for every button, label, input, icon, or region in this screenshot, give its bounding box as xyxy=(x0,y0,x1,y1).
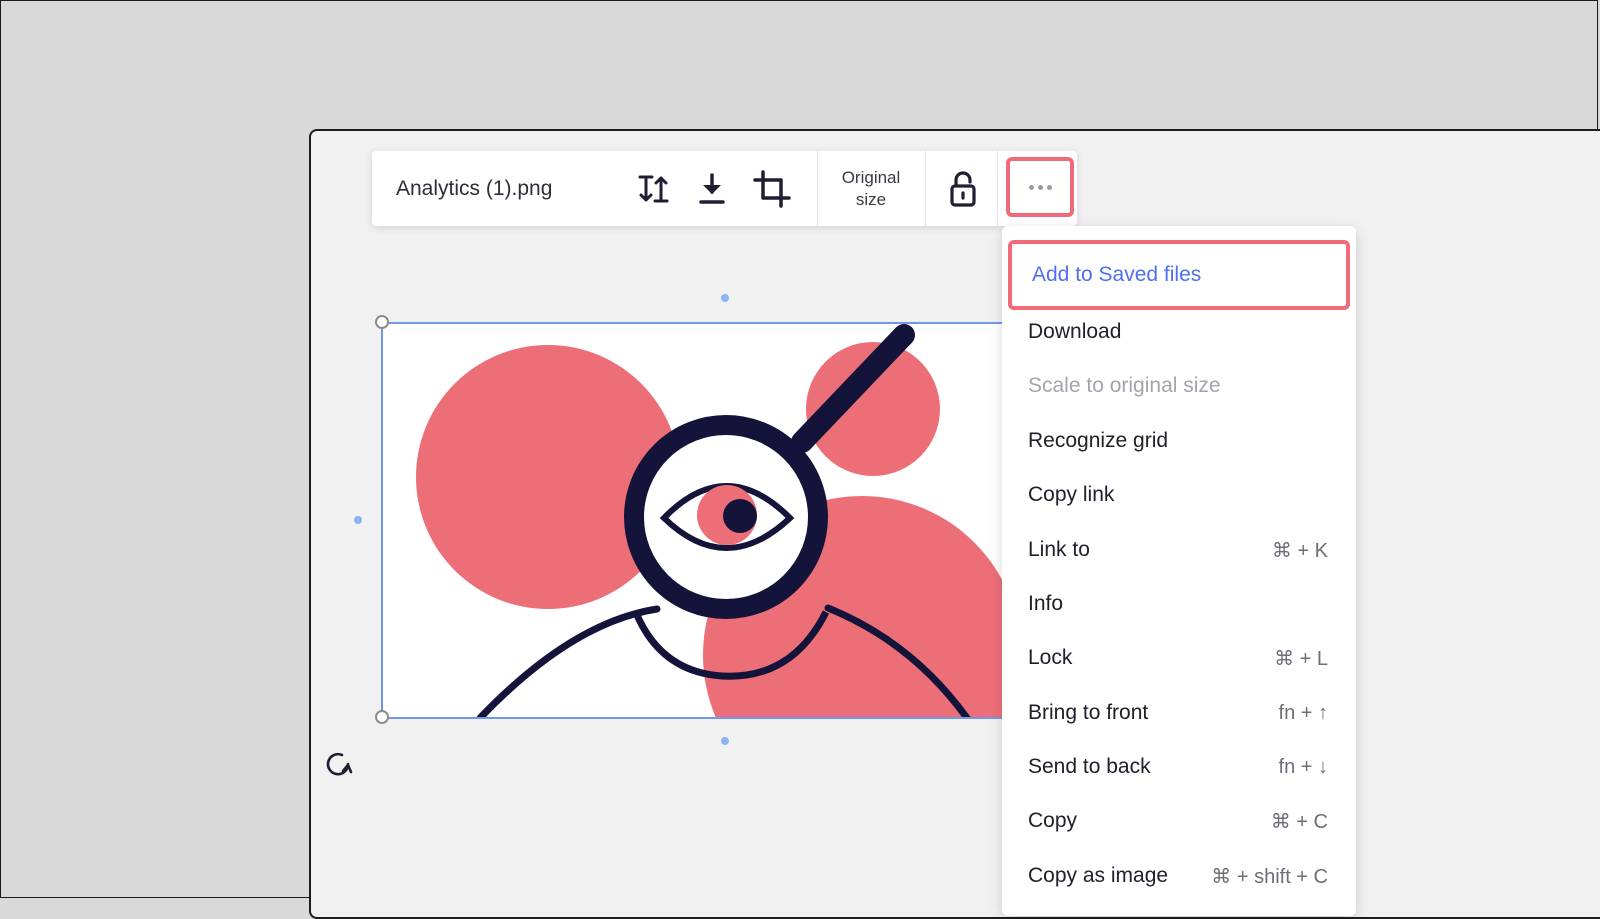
selection-border xyxy=(381,717,1002,719)
rotate-icon[interactable] xyxy=(324,749,354,779)
menu-item-send-to-back[interactable]: Send to back fn + ↓ xyxy=(1008,740,1350,794)
menu-item-add-to-saved-files[interactable]: Add to Saved files xyxy=(1008,240,1350,310)
menu-item-bring-to-front[interactable]: Bring to front fn + ↑ xyxy=(1008,686,1350,740)
analytics-illustration xyxy=(416,324,1002,718)
more-dots-icon xyxy=(1027,184,1054,190)
resize-handle[interactable] xyxy=(375,710,389,724)
crop-icon[interactable] xyxy=(750,167,794,211)
connector-handle[interactable] xyxy=(721,737,729,745)
menu-item-link-to[interactable]: Link to ⌘ + K xyxy=(1008,523,1350,577)
menu-item-label: Copy as image xyxy=(1028,864,1169,887)
menu-item-label: Lock xyxy=(1028,646,1073,669)
menu-item-shortcut: ⌘ + shift + C xyxy=(1211,865,1328,888)
menu-item-shortcut: ⌘ + K xyxy=(1271,539,1328,562)
menu-item-label: Send to back xyxy=(1028,755,1151,778)
menu-item-lock[interactable]: Lock ⌘ + L xyxy=(1008,631,1350,685)
original-size-label-line2: size xyxy=(855,189,887,209)
resize-handle[interactable] xyxy=(375,315,389,329)
menu-item-label: Scale to original size xyxy=(1028,374,1221,397)
download-icon[interactable] xyxy=(690,167,734,211)
menu-item-shortcut: fn + ↑ xyxy=(1278,701,1328,724)
toolbar-divider xyxy=(925,151,926,226)
replace-icon[interactable] xyxy=(632,167,676,211)
original-size-button[interactable]: Original size xyxy=(818,151,924,226)
toolbar-divider xyxy=(997,151,998,226)
menu-item-copy[interactable]: Copy ⌘ + C xyxy=(1008,794,1350,848)
menu-item-label: Recognize grid xyxy=(1028,429,1169,452)
menu-item-label: Add to Saved files xyxy=(1032,263,1202,286)
more-options-button[interactable] xyxy=(1006,157,1074,217)
selected-image[interactable] xyxy=(382,322,1002,718)
menu-item-label: Copy link xyxy=(1028,483,1115,506)
selection-border xyxy=(381,322,383,719)
connector-handle[interactable] xyxy=(721,294,729,302)
menu-item-label: Bring to front xyxy=(1028,701,1149,724)
menu-item-scale-to-original-size[interactable]: Scale to original size xyxy=(1008,359,1350,413)
menu-item-label: Link to xyxy=(1028,538,1090,561)
menu-item-download[interactable]: Download xyxy=(1008,305,1350,359)
menu-item-info[interactable]: Info xyxy=(1008,577,1350,631)
connector-handle[interactable] xyxy=(354,516,362,524)
menu-item-copy-as-image[interactable]: Copy as image ⌘ + shift + C xyxy=(1008,849,1350,903)
file-name: Analytics (1).png xyxy=(396,177,553,200)
menu-item-recognize-grid[interactable]: Recognize grid xyxy=(1008,414,1350,468)
original-size-label-line1: Original xyxy=(841,167,901,187)
menu-item-shortcut: ⌘ + L xyxy=(1274,647,1328,670)
menu-item-copy-link[interactable]: Copy link xyxy=(1008,468,1350,522)
selection-border xyxy=(381,322,1002,324)
menu-item-label: Download xyxy=(1028,320,1122,343)
image-toolbar: Analytics (1).png Original size xyxy=(372,151,1077,226)
menu-item-shortcut: fn + ↓ xyxy=(1278,755,1328,778)
unlock-icon[interactable] xyxy=(941,167,985,211)
menu-item-label: Info xyxy=(1028,592,1064,615)
menu-item-label: Copy xyxy=(1028,809,1078,832)
more-options-menu: Add to Saved files Download Scale to ori… xyxy=(1002,226,1356,916)
menu-item-shortcut: ⌘ + C xyxy=(1270,810,1328,833)
